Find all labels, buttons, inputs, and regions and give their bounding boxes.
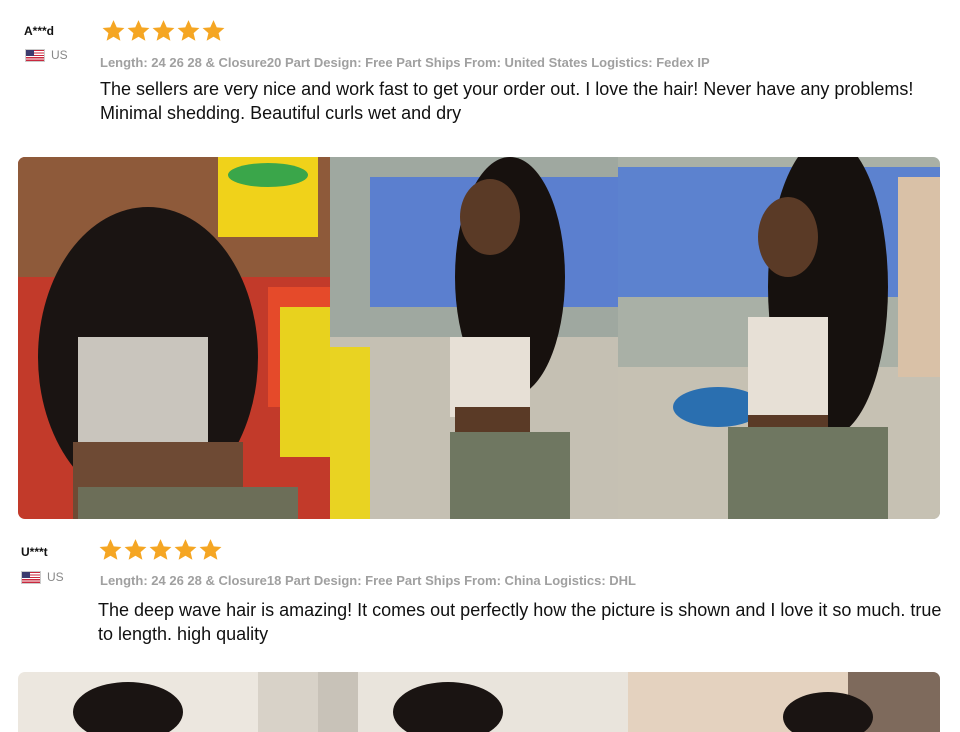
review-photo-5[interactable]	[318, 672, 628, 732]
review-meta: Length: 24 26 28 & Closure20 Part Design…	[100, 55, 710, 70]
review-photo-gallery	[18, 157, 940, 519]
star-rating	[101, 18, 226, 44]
review-photo-1[interactable]	[18, 157, 330, 519]
star-icon	[99, 539, 122, 560]
review-photo-2[interactable]	[330, 157, 618, 519]
reviewer-name: U***t	[21, 545, 48, 559]
reviewer-country: US	[25, 48, 68, 62]
review-photo-3[interactable]	[618, 157, 940, 519]
star-icon	[174, 539, 197, 560]
star-icon	[199, 539, 222, 560]
star-rating	[98, 537, 223, 563]
us-flag-icon	[21, 570, 41, 584]
star-icon	[202, 20, 225, 41]
reviewer-country: US	[21, 570, 64, 584]
star-icon	[102, 20, 125, 41]
review-photo-6[interactable]	[628, 672, 940, 732]
country-code: US	[47, 570, 64, 584]
star-icon	[124, 539, 147, 560]
us-flag-icon	[25, 48, 45, 62]
country-code: US	[51, 48, 68, 62]
review-photo-4[interactable]	[18, 672, 318, 732]
review-text: The deep wave hair is amazing! It comes …	[98, 600, 942, 644]
review-meta: Length: 24 26 28 & Closure18 Part Design…	[100, 573, 637, 588]
star-icon	[149, 539, 172, 560]
review-photo-gallery-2	[18, 672, 940, 732]
reviewer-name: A***d	[24, 24, 55, 38]
star-icon	[127, 20, 150, 41]
review-text: The sellers are very nice and work fast …	[100, 79, 914, 123]
star-icon	[152, 20, 175, 41]
star-icon	[177, 20, 200, 41]
